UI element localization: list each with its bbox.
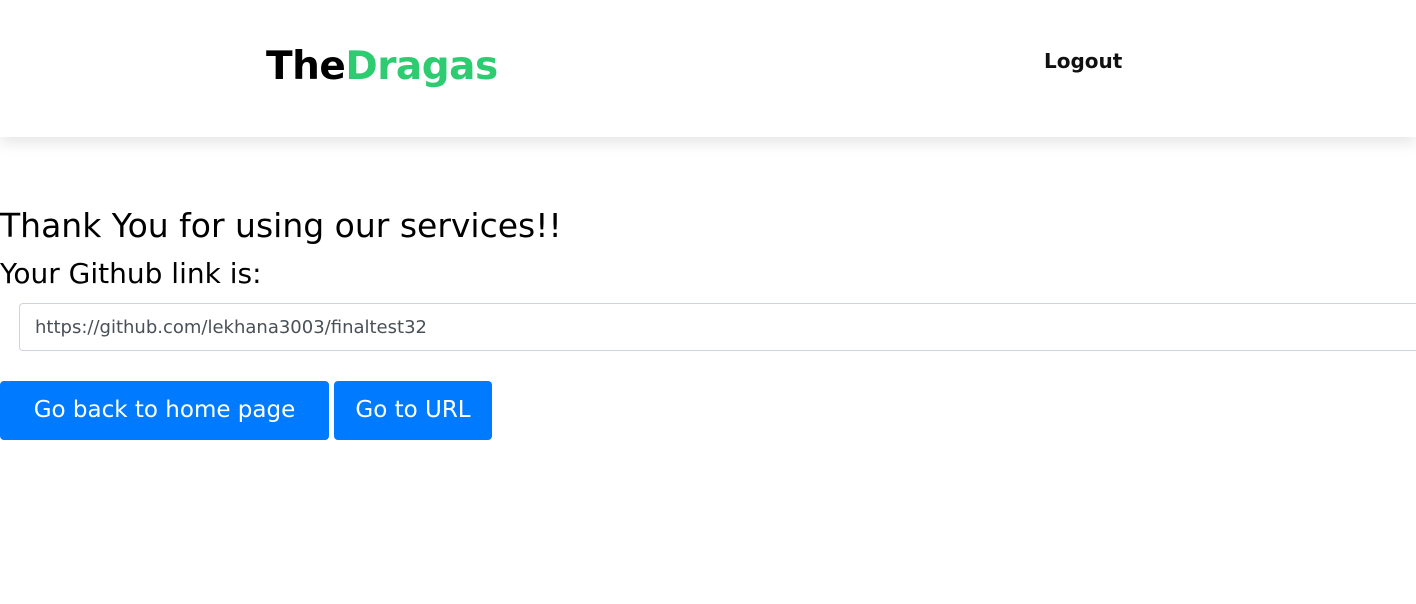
go-home-button[interactable]: Go back to home page [0,381,329,440]
go-to-url-button[interactable]: Go to URL [334,381,492,440]
top-navbar: TheDragas Logout [0,0,1416,137]
brand-text-the: The [266,44,346,89]
brand-logo[interactable]: TheDragas [266,42,498,92]
github-link-label: Your Github link is: [0,257,262,290]
logout-link[interactable]: Logout [1044,47,1122,75]
thank-you-heading: Thank You for using our services!! [0,206,562,245]
github-link-field[interactable] [19,303,1416,351]
brand-text-dragas: Dragas [345,44,498,89]
